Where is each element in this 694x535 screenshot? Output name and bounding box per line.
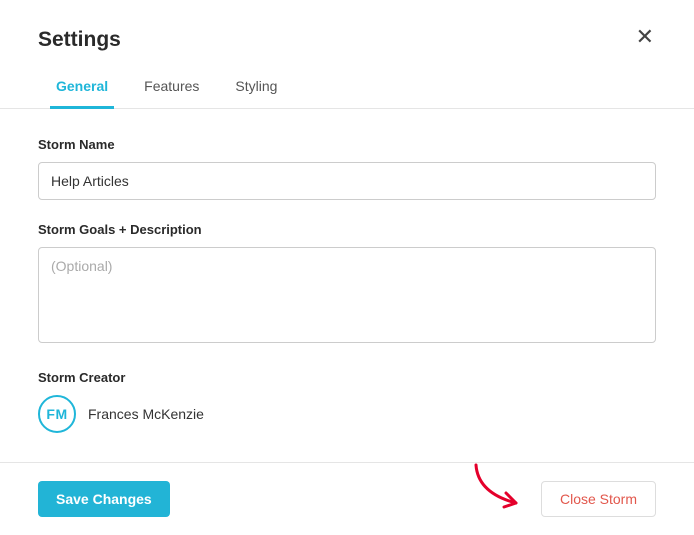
modal-title: Settings (38, 28, 121, 52)
modal-header: Settings ✕ (38, 28, 656, 52)
avatar: FM (38, 395, 76, 433)
form-section: Storm Name Storm Goals + Description Sto… (38, 109, 656, 433)
storm-goals-label: Storm Goals + Description (38, 222, 656, 237)
creator-row: FM Frances McKenzie (38, 395, 656, 433)
tabs-bar: General Features Styling (0, 78, 694, 109)
storm-creator-field: Storm Creator FM Frances McKenzie (38, 370, 656, 433)
tab-general[interactable]: General (52, 78, 112, 108)
tab-features[interactable]: Features (140, 78, 203, 108)
creator-name: Frances McKenzie (88, 406, 204, 422)
storm-name-input[interactable] (38, 162, 656, 200)
storm-goals-input[interactable] (38, 247, 656, 343)
close-storm-button[interactable]: Close Storm (541, 481, 656, 517)
modal-footer: Save Changes Close Storm (0, 462, 694, 535)
storm-name-field: Storm Name (38, 137, 656, 200)
tab-styling[interactable]: Styling (231, 78, 281, 108)
settings-modal: Settings ✕ General Features Styling Stor… (0, 0, 694, 433)
storm-goals-field: Storm Goals + Description (38, 222, 656, 348)
save-button[interactable]: Save Changes (38, 481, 170, 517)
close-icon[interactable]: ✕ (634, 24, 656, 50)
storm-name-label: Storm Name (38, 137, 656, 152)
storm-creator-label: Storm Creator (38, 370, 656, 385)
